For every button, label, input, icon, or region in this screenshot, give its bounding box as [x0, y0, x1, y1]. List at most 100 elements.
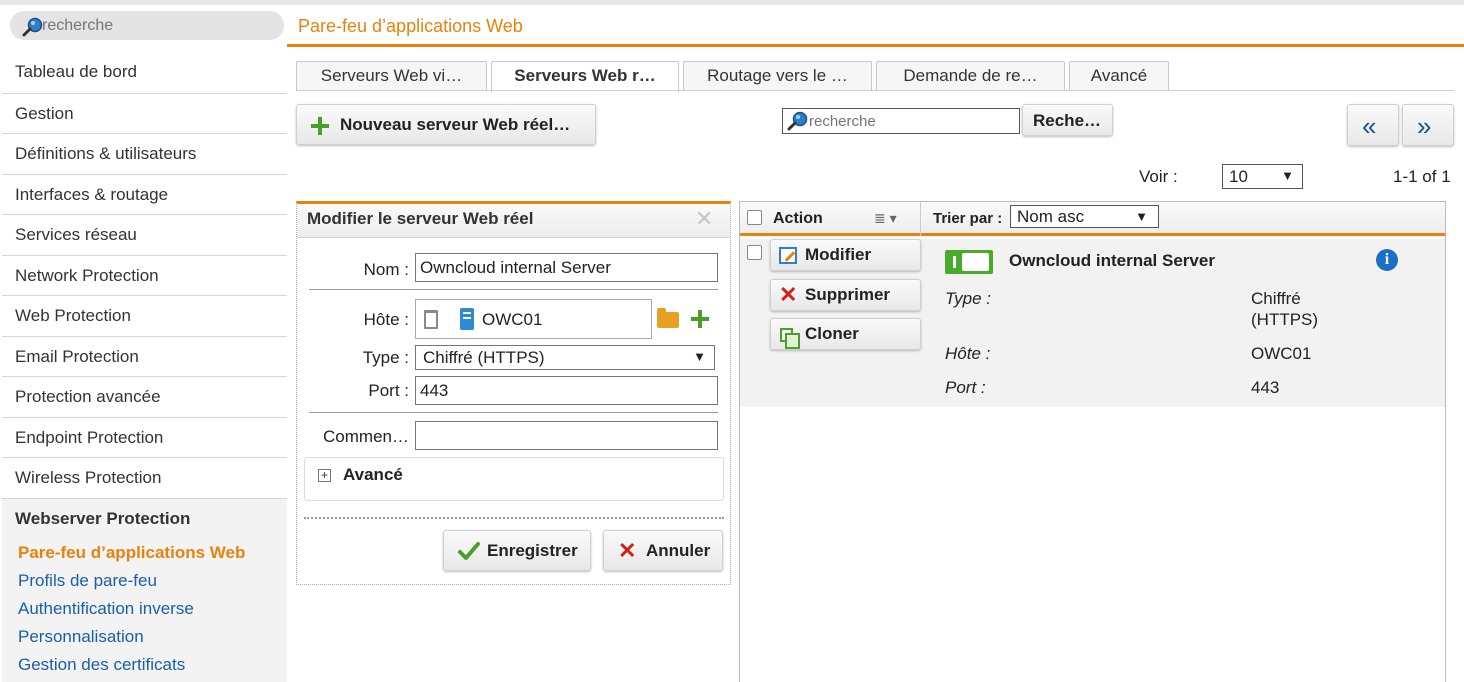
- cancel-button[interactable]: ✕ Annuler: [603, 530, 723, 571]
- toggle-bar: [953, 256, 956, 268]
- tab-real-servers[interactable]: Serveurs Web r…: [491, 61, 679, 92]
- list-header: Action ≣ ▾ Trier par : Nom asc ▼: [740, 202, 1445, 236]
- search-button[interactable]: Reche…: [1022, 104, 1113, 136]
- port-field[interactable]: [415, 376, 718, 405]
- trash-icon[interactable]: [424, 310, 438, 329]
- port-label: Port :: [945, 378, 986, 397]
- type-value: Chiffré (HTTPS): [1251, 289, 1319, 329]
- list-search-input[interactable]: [809, 112, 1014, 130]
- edit-panel-title: Modifier le serveur Web réel: [307, 209, 534, 228]
- sort-select[interactable]: Nom asc ▼: [1010, 205, 1159, 228]
- close-icon[interactable]: ✕: [695, 206, 713, 232]
- comment-field[interactable]: [415, 421, 718, 450]
- sidebar-item-web-protection[interactable]: Web Protection: [2, 295, 287, 336]
- edit-icon: [779, 247, 797, 264]
- clone-icon: [780, 328, 800, 349]
- row-checkbox[interactable]: [747, 245, 762, 260]
- tab-advanced[interactable]: Avancé: [1069, 61, 1169, 91]
- page-size-label: Voir :: [1139, 167, 1178, 186]
- sidebar-item-endpoint-protection[interactable]: Endpoint Protection: [2, 416, 287, 457]
- next-page-icon: »: [1417, 111, 1432, 141]
- select-all-checkbox[interactable]: [747, 210, 762, 225]
- sidebar-item-network-protection[interactable]: Network Protection: [2, 254, 287, 295]
- real-server-list: Action ≣ ▾ Trier par : Nom asc ▼ Modifie…: [739, 201, 1446, 682]
- type-value: Chiffré (HTTPS): [423, 348, 545, 367]
- delete-button[interactable]: ✕ Supprimer: [770, 279, 921, 311]
- new-real-server-label: Nouveau serveur Web réel…: [340, 115, 571, 134]
- info-icon[interactable]: i: [1376, 249, 1398, 271]
- sidebar-item-interfaces-routing[interactable]: Interfaces & routage: [2, 173, 287, 214]
- edit-panel-header: Modifier le serveur Web réel ✕: [297, 204, 730, 238]
- type-select[interactable]: Chiffré (HTTPS) ▼: [415, 345, 715, 370]
- save-label: Enregistrer: [487, 541, 578, 560]
- title-underline: [287, 44, 1464, 47]
- prev-page-button[interactable]: «: [1347, 104, 1399, 146]
- advanced-label: Avancé: [343, 465, 403, 484]
- sidebar-group-title[interactable]: Webserver Protection: [2, 499, 287, 539]
- new-real-server-button[interactable]: Nouveau serveur Web réel…: [296, 104, 596, 145]
- tab-underline: [296, 90, 1454, 91]
- expand-icon[interactable]: +: [318, 469, 331, 482]
- type-label: Type :: [945, 289, 991, 308]
- folder-icon[interactable]: [657, 308, 679, 328]
- page-title: Pare-feu d’applications Web: [298, 16, 523, 36]
- sidebar-item-wireless-protection[interactable]: Wireless Protection: [2, 457, 287, 498]
- host-label: Hôte :: [945, 344, 991, 363]
- enabled-toggle[interactable]: [945, 250, 993, 274]
- search-icon: [787, 111, 808, 131]
- modify-label: Modifier: [805, 245, 872, 264]
- clone-button[interactable]: Cloner: [770, 318, 921, 350]
- sidebar-item-network-services[interactable]: Services réseau: [2, 214, 287, 255]
- table-row: Modifier ✕ Supprimer Cloner Owncloud int…: [740, 239, 1445, 407]
- sidebar-item-advanced-protection[interactable]: Protection avancée: [2, 376, 287, 417]
- host-dropzone[interactable]: OWC01: [415, 299, 652, 339]
- tab-virtual-servers[interactable]: Serveurs Web vi…: [296, 61, 487, 91]
- server-name: Owncloud internal Server: [1009, 251, 1215, 270]
- save-button[interactable]: Enregistrer: [443, 530, 591, 571]
- port-value: 443: [1251, 378, 1280, 397]
- modify-button[interactable]: Modifier: [770, 239, 921, 271]
- clone-label: Cloner: [805, 324, 859, 343]
- search-button-label: Reche…: [1033, 111, 1102, 130]
- search-icon: [22, 17, 43, 37]
- action-header: Action: [773, 210, 823, 227]
- port-label: Port :: [368, 381, 409, 400]
- type-label: Type :: [362, 348, 409, 367]
- sidebar-item-definitions-users[interactable]: Définitions & utilisateurs: [2, 133, 287, 174]
- sidebar-item-management[interactable]: Gestion: [2, 92, 287, 133]
- chevron-down-icon: ▼: [1281, 168, 1294, 183]
- toggle-knob: [962, 253, 989, 271]
- next-page-button[interactable]: »: [1402, 104, 1454, 146]
- page-size-value: 10: [1229, 167, 1248, 186]
- sidebar-search-input[interactable]: [42, 15, 272, 37]
- add-host-icon[interactable]: [691, 310, 709, 328]
- columns-menu-icon[interactable]: ≣ ▾: [874, 210, 897, 227]
- host-label: Hôte :: [363, 310, 409, 329]
- tab-site-routing[interactable]: Routage vers le …: [683, 61, 872, 91]
- list-search[interactable]: [782, 108, 1020, 134]
- cancel-label: Annuler: [646, 541, 711, 560]
- sidebar-subitem-certificates[interactable]: Gestion des certificats: [2, 651, 287, 679]
- sidebar-subitem-reverse-auth[interactable]: Authentification inverse: [2, 595, 287, 623]
- sidebar-subitem-waf[interactable]: Pare-feu d’applications Web: [2, 539, 287, 567]
- page-size-select[interactable]: 10 ▼: [1222, 164, 1303, 189]
- check-icon: [458, 542, 480, 560]
- edit-real-server-panel: Modifier le serveur Web réel ✕ Nom : Hôt…: [296, 201, 731, 585]
- delete-icon: ✕: [779, 282, 798, 307]
- comment-label: Commen…: [323, 427, 409, 446]
- sidebar-item-dashboard[interactable]: Tableau de bord: [2, 52, 287, 93]
- server-icon: [460, 308, 474, 330]
- result-count: 1-1 of 1: [1393, 167, 1451, 186]
- tab-exceptions[interactable]: Demande de re…: [876, 61, 1065, 91]
- sidebar-subitem-customization[interactable]: Personnalisation: [2, 623, 287, 651]
- advanced-section[interactable]: + Avancé: [304, 457, 724, 501]
- chevron-down-icon: ▼: [693, 349, 706, 364]
- delete-label: Supprimer: [805, 285, 891, 304]
- header-divider: [920, 202, 921, 236]
- name-field[interactable]: [415, 253, 718, 282]
- sidebar-item-email-protection[interactable]: Email Protection: [2, 335, 287, 376]
- name-label: Nom :: [363, 260, 409, 279]
- sidebar-search[interactable]: [10, 11, 284, 40]
- sidebar-subitem-firewall-profiles[interactable]: Profils de pare-feu: [2, 567, 287, 595]
- sort-label: Trier par :: [933, 210, 1003, 227]
